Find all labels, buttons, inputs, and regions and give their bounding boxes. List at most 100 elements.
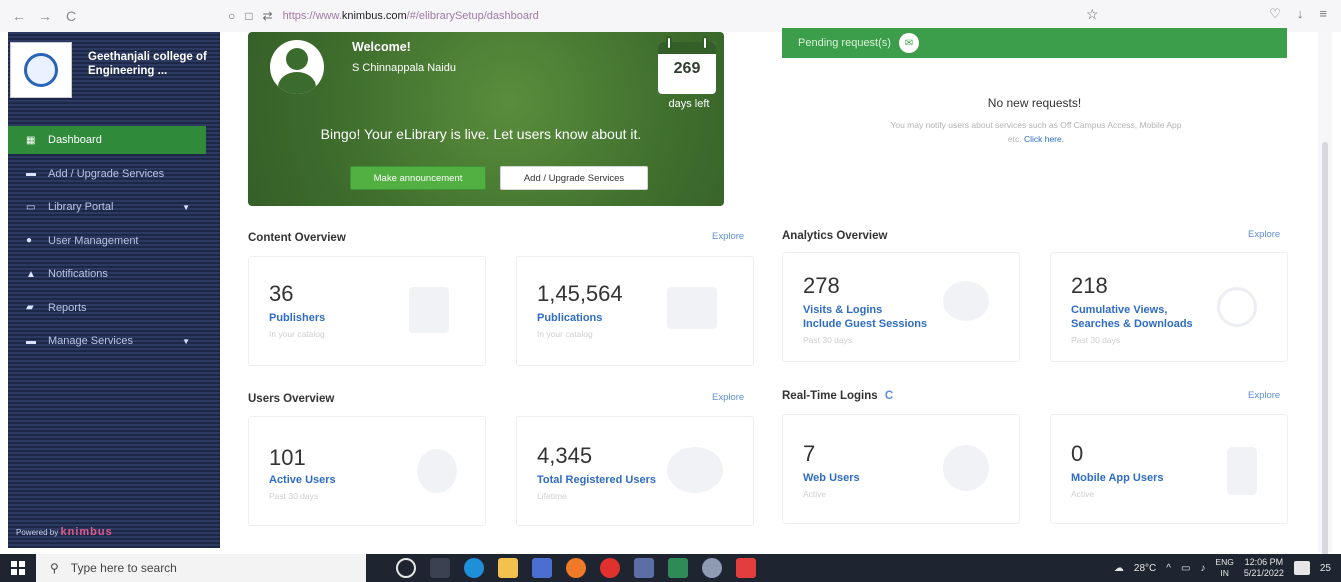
sidebar-item-user-management[interactable]: ● User Management <box>8 227 220 255</box>
forward-arrow-icon[interactable]: → <box>32 3 58 29</box>
card-label: Web Users <box>803 472 860 484</box>
store-icon[interactable] <box>532 558 552 578</box>
users-overview-explore-link[interactable]: Explore <box>712 392 744 403</box>
taskbar-search-box[interactable]: ⚲ Type here to search <box>36 554 366 582</box>
pending-requests-panel: No new requests! You may notify users ab… <box>782 58 1287 198</box>
days-count: 269 <box>673 60 701 77</box>
card-sub: Active <box>803 489 827 499</box>
web-users-card[interactable]: 7 Web Users Active <box>782 414 1020 524</box>
excel-icon[interactable] <box>668 558 688 578</box>
windows-taskbar: ⚲ Type here to search ☁ 28°C ^ ▭ ♪ ENG I… <box>0 554 1341 582</box>
analytics-overview-title: Analytics Overview <box>782 230 888 242</box>
publishers-card[interactable]: 36 Publishers In your catalog <box>248 256 486 366</box>
edge-icon[interactable] <box>464 558 484 578</box>
sidebar-item-library-portal[interactable]: ▭ Library Portal ▼ <box>8 193 220 221</box>
bookmark-star-icon[interactable]: ☆ <box>1086 6 1099 23</box>
click-here-link[interactable]: Click here. <box>1024 134 1064 144</box>
sidebar-item-notifications[interactable]: ▲ Notifications <box>8 260 220 288</box>
card-value: 1,45,564 <box>537 281 623 306</box>
system-tray: ☁ 28°C ^ ▭ ♪ ENG IN 12:06 PM 5/21/2022 2… <box>1114 556 1331 580</box>
card-value: 36 <box>269 281 294 306</box>
card-label: Mobile App Users <box>1071 472 1164 484</box>
welcome-user: S Chinnappala Naidu <box>352 62 456 74</box>
card-value: 101 <box>269 445 306 470</box>
card-sub: Active <box>1071 489 1095 499</box>
active-users-card[interactable]: 101 Active Users Past 30 days <box>248 416 486 526</box>
sidebar-menu: ▦ Dashboard ▬ Add / Upgrade Services ▭ L… <box>8 126 220 361</box>
sidebar-item-label: Manage Services <box>48 335 133 347</box>
sidebar-item-add-upgrade-services[interactable]: ▬ Add / Upgrade Services <box>8 160 220 188</box>
scroll-thumb[interactable] <box>1322 142 1328 560</box>
cart-icon: ▬ <box>26 168 36 179</box>
sidebar-item-label: User Management <box>48 234 139 247</box>
sidebar-item-dashboard[interactable]: ▦ Dashboard <box>8 126 206 154</box>
card-sub: Past 30 days <box>269 491 319 501</box>
refresh-icon[interactable]: C <box>885 390 893 402</box>
caret-down-icon: ▼ <box>182 202 190 212</box>
welcome-banner: Welcome! S Chinnappala Naidu 269 days le… <box>248 32 724 206</box>
users-overview-title: Users Overview <box>248 393 335 405</box>
card-value: 218 <box>1071 273 1108 298</box>
users-group-icon <box>667 447 723 493</box>
powered-by: Powered by knimbus <box>16 526 113 538</box>
sidebar-item-manage-services[interactable]: ▬ Manage Services ▼ <box>8 327 220 355</box>
media-icon[interactable] <box>702 558 722 578</box>
days-left-label: days left <box>668 98 710 110</box>
card-sub: Past 30 days <box>1071 335 1121 345</box>
app-icon[interactable] <box>634 558 654 578</box>
weather-icon[interactable]: ☁ <box>1114 563 1124 574</box>
pin-icon[interactable] <box>736 558 756 578</box>
registered-users-card[interactable]: 4,345 Total Registered Users Lifetime <box>516 416 754 526</box>
network-icon[interactable]: ▭ <box>1181 563 1190 574</box>
card-label: Visits & Logins <box>803 304 883 316</box>
monitor-icon: ▭ <box>26 201 36 213</box>
library-icon <box>409 287 449 333</box>
menu-icon[interactable]: ≡ <box>1319 6 1327 22</box>
cumulative-views-card[interactable]: 218 Cumulative Views, Searches & Downloa… <box>1050 252 1288 362</box>
card-label: Publishers <box>269 312 326 324</box>
back-arrow-icon[interactable]: ← <box>6 3 32 29</box>
clock[interactable]: 12:06 PM 5/21/2022 <box>1244 557 1284 579</box>
publications-card[interactable]: 1,45,564 Publications In your catalog <box>516 256 754 366</box>
card-value: 7 <box>803 441 816 466</box>
card-label: Publications <box>537 312 603 324</box>
opera-icon[interactable] <box>600 558 620 578</box>
brand-name: Geethanjali college of Engineering ... <box>88 51 207 77</box>
task-view-icon[interactable] <box>430 558 450 578</box>
make-announcement-button[interactable]: Make announcement <box>350 166 486 190</box>
address-bar[interactable]: ○ □ ⇄ https://www.knimbus.com/#/elibrary… <box>228 5 539 27</box>
sidebar-item-label: Reports <box>48 301 87 314</box>
sidebar: Geethanjali college of Engineering ... ▦… <box>8 32 220 548</box>
mobile-app-users-card[interactable]: 0 Mobile App Users Active <box>1050 414 1288 524</box>
realtime-explore-link[interactable]: Explore <box>1248 390 1280 401</box>
analytics-overview-explore-link[interactable]: Explore <box>1248 229 1280 240</box>
visits-logins-card[interactable]: 278 Visits & Logins Include Guest Sessio… <box>782 252 1020 362</box>
card-label-2: Include Guest Sessions <box>803 318 928 330</box>
content-overview-explore-link[interactable]: Explore <box>712 231 744 242</box>
requests-note: You may notify users about services such… <box>890 120 1182 144</box>
live-message: Bingo! Your eLibrary is live. Let users … <box>320 126 642 142</box>
file-explorer-icon[interactable] <box>498 558 518 578</box>
welcome-title: Welcome! <box>352 40 411 54</box>
tray-chevron-icon[interactable]: ^ <box>1166 563 1171 574</box>
card-label: Cumulative Views, <box>1071 304 1168 316</box>
card-sub: In your catalog <box>269 329 325 339</box>
add-upgrade-services-button[interactable]: Add / Upgrade Services <box>500 166 648 190</box>
notification-center-icon[interactable] <box>1293 561 1310 575</box>
dashboard-icon: ▦ <box>26 134 36 146</box>
firefox-icon[interactable] <box>566 558 586 578</box>
shield-icon: ○ <box>228 9 236 23</box>
page-scrollbar[interactable] <box>1318 32 1332 560</box>
url-text: https://www.knimbus.com/#/elibrarySetup/… <box>282 10 539 22</box>
cart-icon: ▬ <box>26 335 36 347</box>
card-sub: Lifetime <box>537 491 567 501</box>
language-indicator[interactable]: ENG IN <box>1215 557 1233 579</box>
reload-icon[interactable]: C <box>58 3 84 29</box>
volume-icon[interactable]: ♪ <box>1200 563 1205 574</box>
sidebar-item-label: Library Portal <box>48 201 114 213</box>
windows-start-button[interactable] <box>0 554 36 582</box>
pocket-icon[interactable]: ♡ <box>1269 6 1281 22</box>
download-icon[interactable]: ↓ <box>1297 6 1304 22</box>
sidebar-item-reports[interactable]: ▰ Reports <box>8 294 220 322</box>
cortana-icon[interactable] <box>396 558 416 578</box>
